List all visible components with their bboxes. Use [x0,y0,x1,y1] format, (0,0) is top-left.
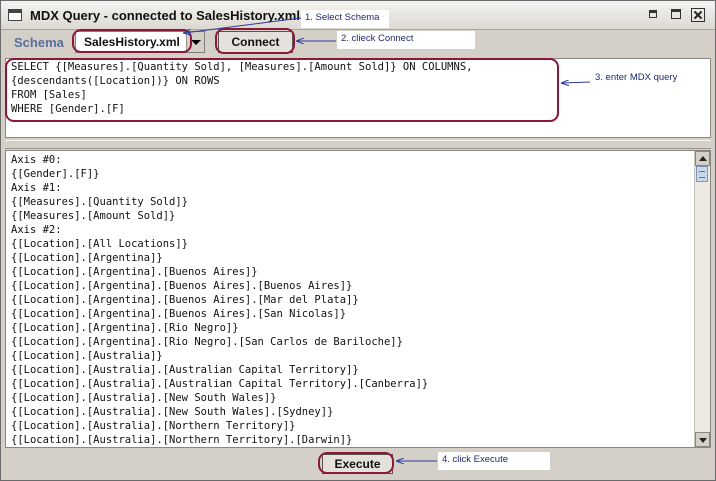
arrow-to-query [562,82,591,83]
arrow-to-schema [184,17,302,33]
annotation-arrows [0,17,591,481]
